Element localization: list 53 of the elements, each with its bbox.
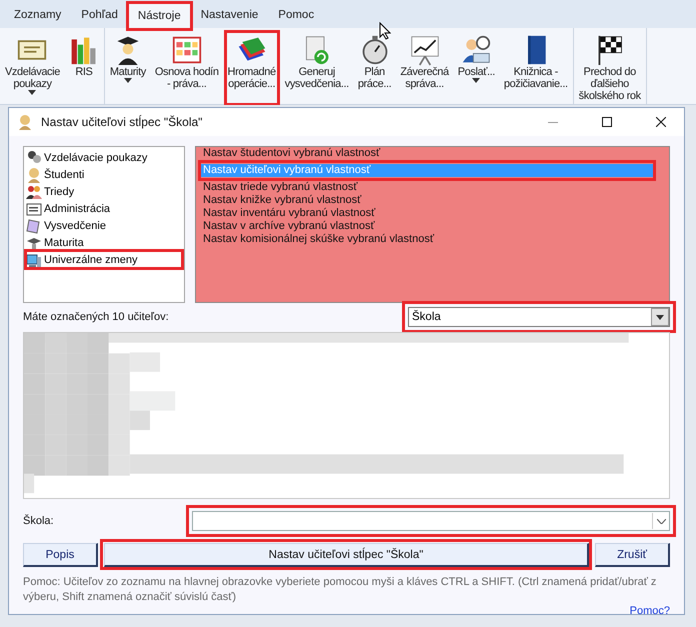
person-icon — [17, 114, 33, 130]
ribbon-button[interactable]: Prechod do ďalšieho školského rok — [576, 32, 643, 104]
caret-icon — [124, 78, 132, 83]
category-item[interactable]: Študenti — [26, 166, 182, 183]
count-label: Máte označených 10 učiteľov: — [23, 311, 169, 323]
ribbon-button[interactable]: Maturity — [108, 32, 148, 104]
ribbon-tab[interactable]: Pomoc — [268, 2, 324, 28]
action-item[interactable]: Nastav komisionálnej skúške vybranú vlastnosť — [201, 233, 653, 246]
ribbon-button[interactable]: RIS — [66, 32, 101, 104]
action-item[interactable]: Nastav triede vybranú vlastnosť — [201, 181, 653, 194]
ribbon-tab[interactable]: Pohľad — [71, 2, 128, 28]
action-item[interactable]: Nastav knižke vybranú vlastnosť — [201, 194, 653, 207]
caret-icon — [472, 78, 480, 83]
category-item[interactable]: Triedy — [26, 183, 182, 200]
ribbon-tab[interactable]: Nástroje — [128, 3, 191, 28]
dialog-button[interactable]: Popis — [23, 543, 98, 567]
help-link[interactable]: Pomoc? — [630, 605, 670, 614]
caret-icon — [28, 90, 36, 95]
ribbon-button[interactable]: Osnova hodín - práva... — [152, 32, 221, 104]
ribbon-tab[interactable]: Nastavenie — [190, 2, 268, 28]
person-icon — [26, 166, 42, 182]
column-select[interactable]: Škola — [408, 307, 670, 327]
person-clock-icon — [461, 34, 492, 66]
action-item[interactable]: Nastav inventáru vybranú vlastnosť — [201, 207, 653, 220]
ribbon-button[interactable]: Plán práce... — [356, 32, 394, 104]
value-label: Škola: — [23, 515, 54, 527]
people-icon — [26, 184, 42, 200]
ribbon-tab[interactable]: Zoznamy — [4, 2, 72, 28]
category-item[interactable]: Administrácia — [26, 200, 182, 217]
stopwatch-icon — [360, 34, 390, 66]
caret-icon — [656, 314, 664, 320]
presentation-chart-icon — [410, 34, 440, 66]
ribbon-button[interactable]: Knižnica - požičiavanie... — [502, 32, 570, 104]
people-icon — [26, 150, 42, 166]
chevron-down-icon — [656, 518, 666, 524]
close-icon — [656, 117, 666, 127]
dialog-button[interactable]: Zrušiť — [595, 543, 670, 567]
calendar-icon — [172, 34, 202, 66]
category-item[interactable]: Vzdelávacie poukazy — [26, 149, 182, 166]
category-item[interactable]: Maturita — [26, 234, 182, 251]
category-item[interactable]: Univerzálne zmeny — [26, 251, 182, 268]
category-item[interactable]: Vysvedčenie — [26, 217, 182, 234]
computer-icon — [26, 252, 42, 268]
maximize-icon — [602, 117, 612, 127]
window-title: Nastav učiteľovi stĺpec "Škola" — [41, 115, 204, 129]
ribbon-button[interactable]: Záverečná správa... — [398, 32, 451, 104]
help-text: Pomoc: Učiteľov zo zoznamu na hlavnej obrazovke vyberiete pomocou myši a kláves CTRL a SHIFT. (Ctrl znamená pridať/ubrať z výberu, Shift znamená označiť súvislú časť) — [23, 575, 658, 605]
action-item[interactable]: Nastav študentovi vybranú vlastnosť — [201, 147, 653, 160]
action-item[interactable]: Nastav v archíve vybranú vlastnosť — [201, 220, 653, 233]
ribbon-button[interactable]: Vzdelávacie poukazy — [3, 32, 62, 104]
ribbon-button[interactable]: Poslať... — [456, 32, 497, 104]
ribbon-button[interactable]: Generuj vysvedčenia... — [282, 32, 351, 104]
form-icon — [26, 200, 42, 216]
